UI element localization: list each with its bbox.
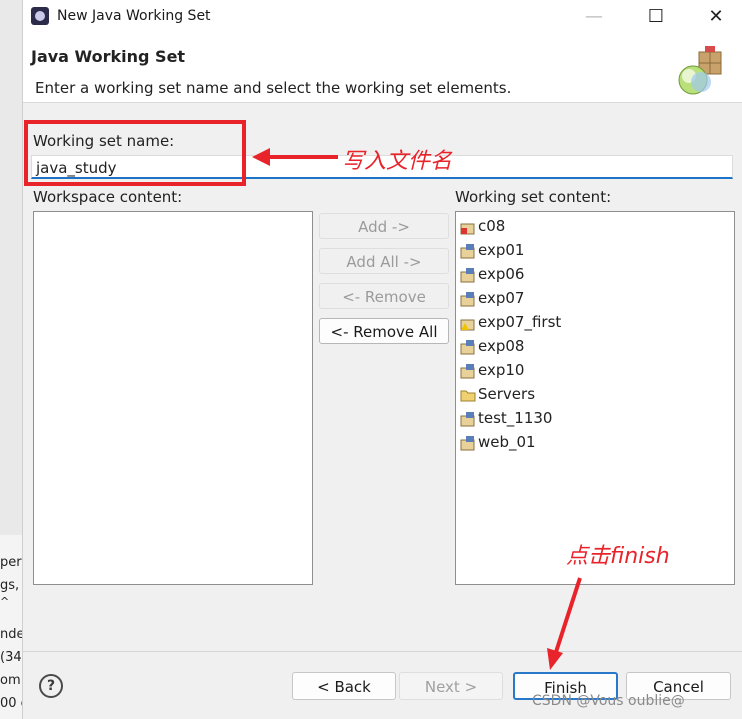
workspace-content-label: Workspace content: — [33, 188, 183, 206]
list-item-label: Servers — [478, 385, 536, 403]
list-item[interactable]: exp06 — [460, 263, 524, 285]
page-description: Enter a working set name and select the … — [35, 79, 512, 97]
list-item[interactable]: exp07 — [460, 287, 524, 309]
list-item[interactable]: exp01 — [460, 239, 524, 261]
background-text: nde — [0, 627, 22, 642]
minimize-button[interactable]: — — [571, 2, 617, 32]
list-item[interactable]: web_01 — [460, 431, 536, 453]
remove-button[interactable]: <- Remove — [319, 283, 449, 309]
java-project-icon — [460, 243, 475, 258]
background-text: per — [0, 555, 22, 570]
remove-all-button[interactable]: <- Remove All — [319, 318, 449, 344]
list-item[interactable]: exp07_first — [460, 311, 561, 333]
folder-icon — [460, 390, 476, 401]
name-annotation-text: 写入文件名 — [342, 149, 453, 174]
background-window-fragment: per gs, ^ nde (34 om 00 c — [0, 535, 23, 719]
list-item-label: c08 — [478, 217, 506, 235]
eclipse-app-icon — [31, 7, 49, 25]
list-item[interactable]: exp10 — [460, 359, 524, 381]
add-button[interactable]: Add -> — [319, 213, 449, 239]
maximize-button[interactable]: ☐ — [633, 2, 679, 32]
background-text: gs, — [0, 578, 20, 593]
java-project-icon — [460, 267, 475, 282]
next-button[interactable]: Next > — [399, 672, 503, 700]
java-project-icon — [460, 291, 475, 306]
working-set-wizard-icon — [678, 46, 722, 95]
list-item-label: exp07 — [478, 289, 525, 307]
background-text: om — [0, 673, 21, 688]
list-item[interactable]: test_1130 — [460, 407, 552, 429]
page-title: Java Working Set — [31, 47, 186, 66]
list-item-label: test_1130 — [478, 409, 553, 427]
add-all-button[interactable]: Add All -> — [319, 248, 449, 274]
back-button[interactable]: < Back — [292, 672, 396, 700]
list-item-label: exp01 — [478, 241, 525, 259]
working-set-content-label: Working set content: — [455, 188, 612, 206]
java-project-icon — [460, 339, 475, 354]
workspace-content-tree[interactable] — [33, 211, 313, 585]
warning-project-icon — [460, 319, 475, 330]
name-field-highlight-box — [24, 120, 246, 186]
java-project-icon — [460, 363, 475, 378]
background-text: 00 c — [0, 696, 22, 711]
help-icon[interactable]: ? — [39, 674, 63, 698]
watermark: CSDN @Vous oublie@ — [532, 693, 685, 709]
list-item[interactable]: exp08 — [460, 335, 524, 357]
java-project-icon — [460, 411, 475, 426]
working-set-content-tree[interactable]: c08 exp01 exp06 exp07 exp07_first exp08 … — [455, 211, 735, 585]
window-title: New Java Working Set — [57, 8, 211, 24]
list-item-label: exp07_first — [478, 313, 562, 331]
footer-divider — [23, 651, 742, 652]
list-item[interactable]: Servers — [460, 383, 535, 405]
list-item-label: exp06 — [478, 265, 525, 283]
list-item-label: exp08 — [478, 337, 525, 355]
list-item[interactable]: c08 — [460, 215, 505, 237]
dialog-window: New Java Working Set — ☐ ✕ Java Working … — [22, 0, 742, 719]
title-bar: New Java Working Set — ☐ ✕ — [23, 0, 742, 34]
list-item-label: exp10 — [478, 361, 525, 379]
finish-annotation-text: 点击finish — [566, 544, 670, 569]
background-text: (34 — [0, 650, 22, 665]
error-project-icon — [460, 223, 475, 234]
wizard-header: Java Working Set Enter a working set nam… — [23, 34, 742, 103]
java-project-icon — [460, 435, 475, 450]
list-item-label: web_01 — [478, 433, 536, 451]
close-button[interactable]: ✕ — [693, 2, 739, 32]
background-text: ^ — [0, 595, 10, 608]
